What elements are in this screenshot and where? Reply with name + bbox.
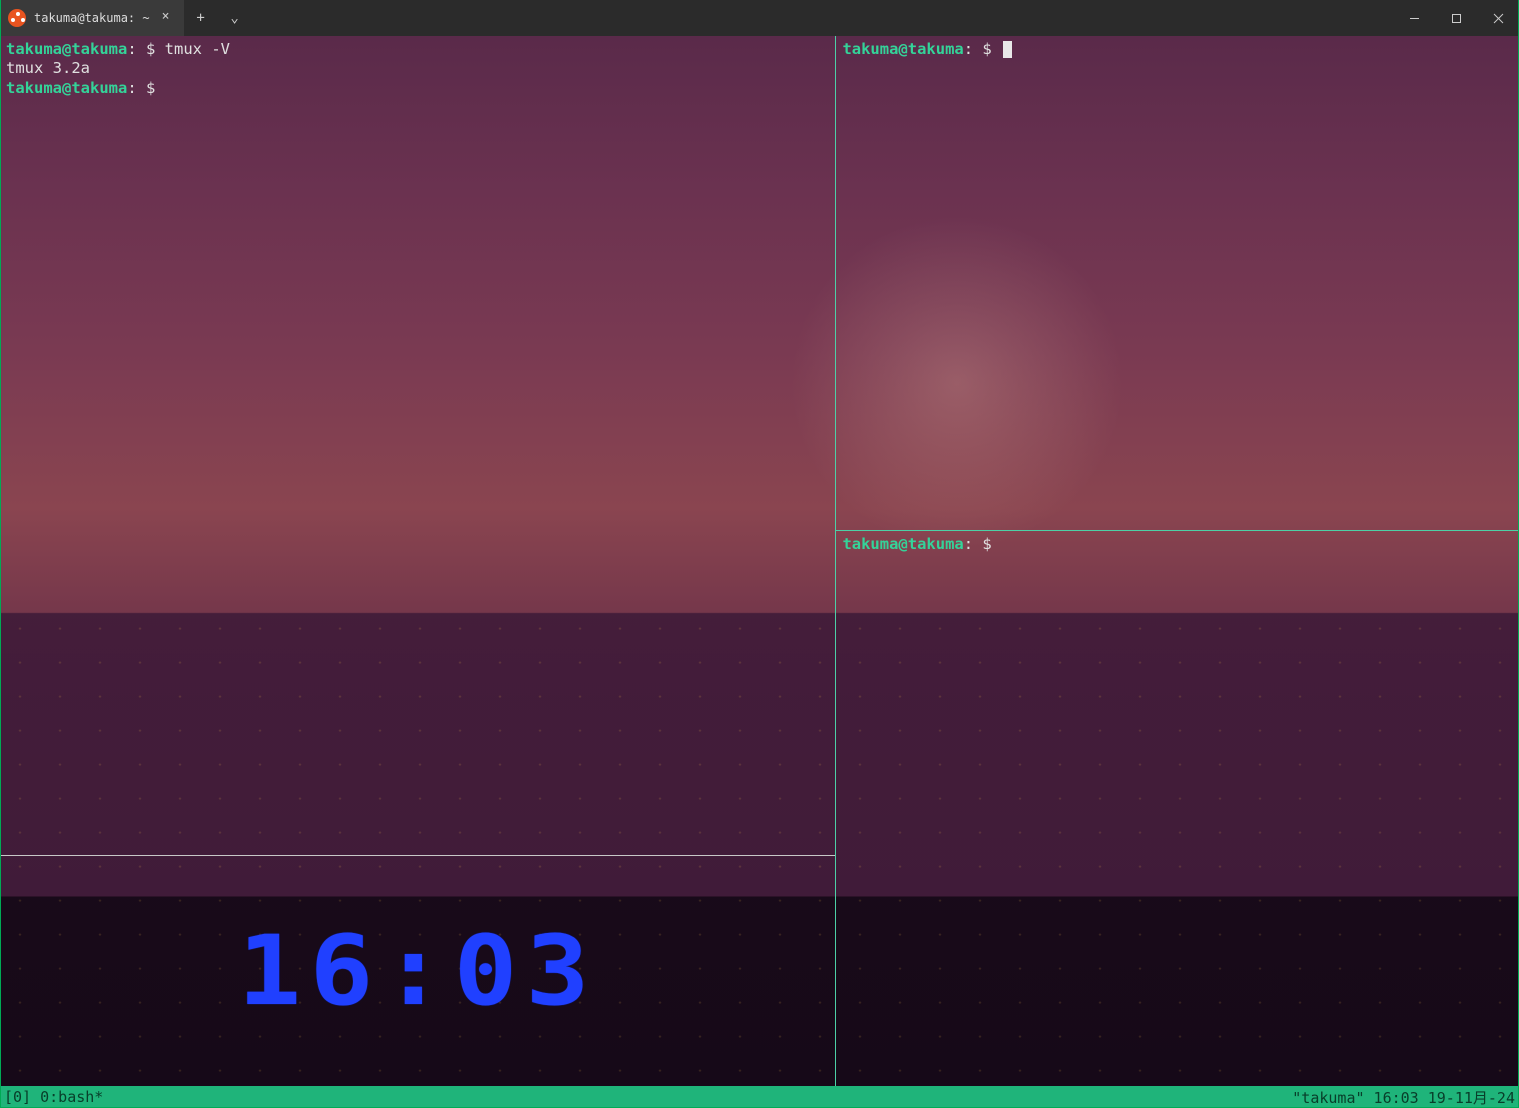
prompt-separator: : $	[964, 40, 1001, 58]
command-output: tmux 3.2a	[6, 59, 90, 77]
prompt-user: takuma@takuma	[842, 40, 963, 58]
chevron-down-icon: ⌄	[230, 10, 238, 26]
new-tab-button[interactable]: +	[184, 0, 218, 36]
prompt-separator: : $	[127, 79, 164, 97]
minimize-button[interactable]	[1393, 0, 1435, 36]
ubuntu-icon	[8, 9, 26, 27]
command-text: tmux -V	[165, 40, 230, 58]
tmux-pane-top-right[interactable]: takuma@takuma: $	[836, 36, 1519, 530]
close-tab-button[interactable]: ×	[158, 10, 174, 26]
tmux-pane-bottom-right[interactable]: takuma@takuma: $	[836, 531, 1519, 1087]
tmux-pane-clock[interactable]: 16:03	[0, 856, 835, 1086]
terminal-area: takuma@takuma: $ tmux -V tmux 3.2a takum…	[0, 36, 1519, 1086]
window-titlebar: takuma@takuma: ~ × + ⌄	[0, 0, 1519, 36]
tmux-clock: 16:03	[238, 911, 598, 1031]
tab-dropdown-button[interactable]: ⌄	[218, 0, 252, 36]
tmux-pane-top-left[interactable]: takuma@takuma: $ tmux -V tmux 3.2a takum…	[0, 36, 835, 855]
status-left: [0] 0:bash*	[4, 1088, 103, 1106]
terminal-tab[interactable]: takuma@takuma: ~ ×	[0, 0, 184, 36]
close-window-button[interactable]	[1477, 0, 1519, 36]
terminal-cursor	[1003, 41, 1012, 58]
prompt-separator: : $	[127, 40, 164, 58]
prompt-user: takuma@takuma	[842, 535, 963, 553]
tab-title: takuma@takuma: ~	[34, 11, 150, 25]
prompt-separator: : $	[964, 535, 1001, 553]
status-right: "takuma" 16:03 19-11月-24	[1292, 1087, 1515, 1108]
plus-icon: +	[196, 10, 204, 26]
maximize-button[interactable]	[1435, 0, 1477, 36]
prompt-user: takuma@takuma	[6, 79, 127, 97]
tmux-status-bar: [0] 0:bash* "takuma" 16:03 19-11月-24	[0, 1086, 1519, 1108]
prompt-user: takuma@takuma	[6, 40, 127, 58]
